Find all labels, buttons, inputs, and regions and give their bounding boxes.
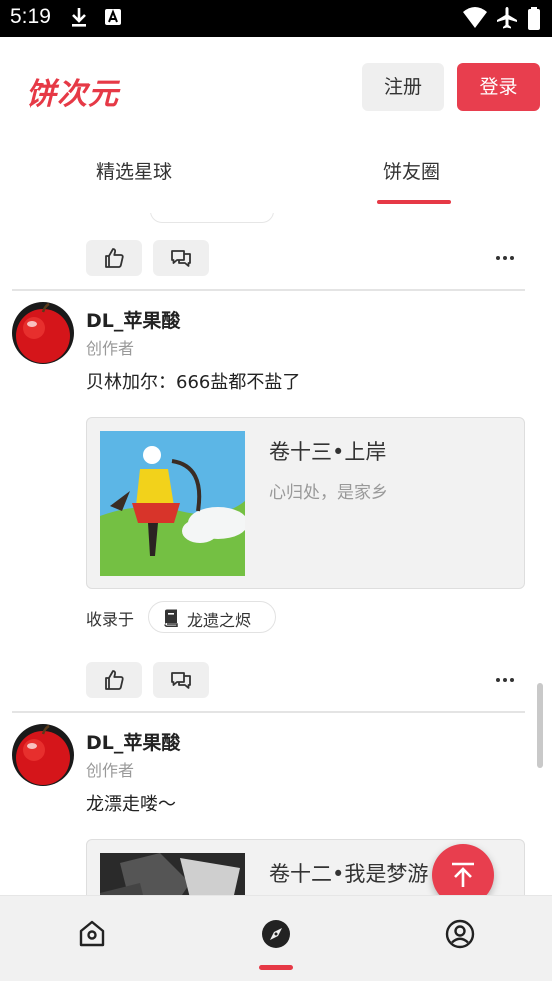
comment-icon <box>171 672 191 689</box>
book-icon <box>164 609 178 627</box>
comment-button[interactable] <box>153 662 209 698</box>
chapter-card[interactable]: 卷十三•上岸 心归处，是家乡 <box>86 417 525 589</box>
chapter-thumbnail <box>100 853 245 895</box>
more-options-icon[interactable] <box>496 253 520 263</box>
collected-in-label: 收录于 <box>86 610 135 629</box>
nav-home[interactable] <box>76 918 108 950</box>
register-button[interactable]: 注册 <box>362 63 444 111</box>
like-button[interactable] <box>86 240 142 276</box>
nav-discover[interactable] <box>260 918 292 950</box>
nav-active-indicator <box>259 965 293 970</box>
post-role: 创作者 <box>86 761 135 780</box>
feed-list[interactable]: DL_苹果酸 创作者 贝林加尔：666盐都不盐了 卷十三•上岸 心归处，是家乡 … <box>0 213 552 895</box>
chapter-subtitle: 心归处，是家乡 <box>269 483 388 503</box>
airplane-mode-icon <box>495 6 519 34</box>
tab-featured-planets[interactable]: 精选星球 <box>96 157 172 184</box>
arrow-up-icon <box>452 862 474 887</box>
like-button[interactable] <box>86 662 142 698</box>
post-content: 贝林加尔：666盐都不盐了 <box>86 372 301 393</box>
status-bar: 5:19 <box>0 0 552 37</box>
user-circle-icon <box>445 919 475 949</box>
post-role: 创作者 <box>86 339 135 358</box>
tab-friends-circle[interactable]: 饼友圈 <box>383 157 440 184</box>
collection-pill[interactable]: 龙遗之烬 <box>148 601 276 633</box>
comment-button[interactable] <box>153 240 209 276</box>
wifi-icon <box>462 6 488 34</box>
post-username[interactable]: DL_苹果酸 <box>86 306 180 333</box>
app-logo[interactable]: 饼次元 <box>26 69 119 113</box>
chapter-title: 卷十三•上岸 <box>269 440 387 464</box>
nav-profile[interactable] <box>444 918 476 950</box>
collection-pill-partial[interactable] <box>150 213 274 223</box>
post-content: 龙漂走喽～ <box>86 794 176 815</box>
post-divider <box>12 711 525 713</box>
login-button[interactable]: 登录 <box>457 63 540 111</box>
avatar[interactable] <box>12 724 74 786</box>
home-icon <box>79 920 105 947</box>
tab-active-indicator <box>377 200 451 204</box>
chapter-thumbnail <box>100 431 245 576</box>
thumbs-up-icon <box>105 670 124 690</box>
app-header: 饼次元 注册 登录 <box>0 37 552 137</box>
battery-icon <box>527 7 541 35</box>
bottom-navigation <box>0 895 552 981</box>
post-divider <box>12 289 525 291</box>
download-icon <box>70 6 88 32</box>
comment-icon <box>171 250 191 267</box>
collection-name: 龙遗之烬 <box>187 611 252 630</box>
more-options-icon[interactable] <box>496 675 520 685</box>
feed-scrollbar[interactable] <box>537 683 543 768</box>
post-username[interactable]: DL_苹果酸 <box>86 728 180 755</box>
app-notification-icon <box>104 6 122 32</box>
status-time: 5:19 <box>10 5 51 28</box>
compass-icon <box>262 920 290 948</box>
thumbs-up-icon <box>105 248 124 268</box>
avatar[interactable] <box>12 302 74 364</box>
tab-bar: 精选星球 饼友圈 <box>0 137 552 213</box>
chapter-title: 卷十二•我是梦游 <box>269 862 429 886</box>
